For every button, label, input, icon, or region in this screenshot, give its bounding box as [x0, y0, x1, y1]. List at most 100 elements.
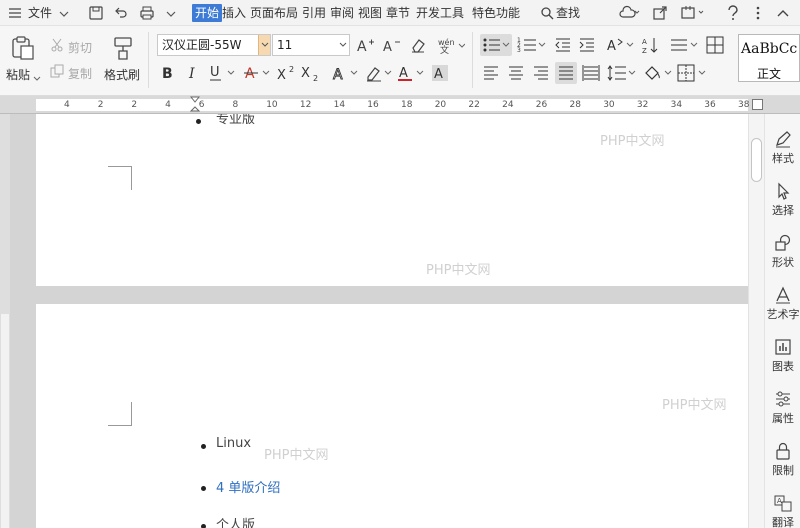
distributed-align-icon[interactable] — [580, 62, 602, 84]
style-normal-preview[interactable]: AaBbCc 正文 — [738, 34, 800, 82]
highlight-icon[interactable] — [364, 62, 396, 84]
tab-developer[interactable]: 开发工具 — [416, 4, 464, 22]
cut-button[interactable]: 剪切 — [68, 39, 92, 56]
ruler-tick-label: 10 — [266, 100, 278, 110]
font-name-caret-icon[interactable] — [258, 35, 270, 55]
font-color-icon[interactable]: A — [396, 62, 428, 84]
copy-button[interactable]: 复制 — [68, 65, 92, 82]
panel-properties[interactable]: 属性 — [765, 390, 800, 426]
document-canvas[interactable]: 专业版 PHP中文网 PHP中文网 Linux PHP中文网 4 单版介绍 个人… — [10, 114, 750, 528]
shading-icon[interactable] — [642, 62, 674, 84]
horizontal-ruler[interactable]: 4 2 2 4 6 8 10 12 14 16 18 20 22 24 26 28 30 32 34 36 38 — [0, 96, 800, 114]
paste-icon[interactable] — [8, 34, 36, 62]
page-margin-corner-icon — [108, 166, 132, 190]
list-item-professional[interactable]: 专业版 — [216, 114, 255, 127]
indent-marker-icon[interactable] — [189, 96, 201, 114]
panel-shapes[interactable]: 形状 — [765, 234, 800, 270]
strikethrough-icon[interactable]: A — [242, 62, 274, 84]
character-shading-icon[interactable]: A — [430, 62, 452, 84]
tab-page-layout[interactable]: 页面布局 — [250, 4, 298, 22]
cloud-sync-icon[interactable] — [618, 5, 640, 21]
align-right-icon[interactable] — [530, 62, 552, 84]
panel-restrict[interactable]: 限制 — [765, 442, 800, 478]
table-grid-icon[interactable] — [704, 34, 726, 56]
ruler-tick-label: 16 — [367, 100, 379, 110]
hamburger-icon[interactable] — [8, 6, 22, 20]
help-icon[interactable] — [726, 5, 740, 21]
bold-icon[interactable]: B — [157, 62, 179, 84]
share-icon[interactable] — [652, 5, 668, 21]
svg-text:A: A — [333, 67, 343, 82]
shrink-font-icon[interactable]: A — [380, 34, 402, 56]
vertical-scrollbar[interactable] — [748, 114, 764, 528]
decrease-indent-icon[interactable] — [552, 34, 574, 56]
borders-icon[interactable] — [676, 62, 708, 84]
save-icon[interactable] — [88, 5, 104, 21]
format-painter-button[interactable]: 格式刷 — [104, 66, 140, 83]
paragraph-spacing-icon[interactable] — [606, 62, 638, 84]
phonetic-guide-icon[interactable]: wén 文 — [436, 34, 466, 56]
undo-icon[interactable] — [113, 5, 129, 21]
svg-text:A: A — [777, 497, 782, 505]
search-label[interactable]: 查找 — [556, 4, 580, 22]
tab-references[interactable]: 引用 — [302, 4, 326, 22]
line-spacing-icon[interactable] — [668, 34, 700, 56]
align-left-icon[interactable] — [480, 62, 502, 84]
tab-sections[interactable]: 章节 — [386, 4, 410, 22]
translate-icon: A — [774, 495, 792, 512]
tab-review[interactable]: 审阅 — [330, 4, 354, 22]
text-direction-icon[interactable]: A — [604, 34, 636, 56]
scrollbar-thumb[interactable] — [751, 138, 762, 182]
font-size-select[interactable]: 11 — [272, 34, 350, 56]
font-size-caret-icon[interactable] — [337, 35, 349, 55]
print-icon[interactable] — [139, 5, 155, 21]
collaborate-icon[interactable] — [680, 5, 706, 21]
chevron-down-icon[interactable] — [58, 8, 70, 18]
vertical-ruler[interactable] — [0, 114, 10, 528]
panel-translate[interactable]: A 翻译 — [765, 494, 800, 528]
clear-format-icon[interactable] — [407, 34, 429, 56]
panel-select[interactable]: 选择 — [765, 182, 800, 218]
align-center-icon[interactable] — [505, 62, 527, 84]
list-item-edition-intro[interactable]: 4 单版介绍 — [216, 477, 280, 496]
panel-style[interactable]: 样式 — [765, 130, 800, 166]
svg-text:I: I — [188, 66, 195, 81]
document-page-1[interactable]: 专业版 PHP中文网 PHP中文网 — [36, 114, 748, 286]
list-item-linux[interactable]: Linux — [216, 436, 251, 451]
paste-button[interactable]: 粘贴 — [6, 66, 30, 83]
list-item-personal[interactable]: 个人版 — [216, 514, 255, 528]
justify-icon[interactable] — [555, 62, 577, 84]
bullets-icon[interactable] — [480, 34, 512, 56]
format-painter-icon[interactable] — [110, 34, 136, 62]
subscript-icon[interactable]: X2 — [300, 62, 322, 84]
ruler-tick-label: 24 — [502, 100, 514, 110]
ruler-toggle-icon[interactable] — [752, 99, 763, 110]
ruler-tick-label: 2 — [131, 100, 138, 110]
more-options-icon[interactable] — [754, 5, 762, 21]
underline-icon[interactable]: U — [207, 62, 239, 84]
document-page-2[interactable]: Linux PHP中文网 4 单版介绍 个人版 PHP中文网 — [36, 304, 748, 528]
ribbon-toolbar: 粘贴 剪切 复制 格式刷 汉仪正圆-55W 11 A A wén 文 B I U … — [0, 26, 800, 96]
tab-view[interactable]: 视图 — [358, 4, 382, 22]
paste-options-caret-icon[interactable] — [33, 71, 41, 81]
numbering-icon[interactable]: 123 — [516, 34, 548, 56]
increase-indent-icon[interactable] — [576, 34, 598, 56]
sort-icon[interactable]: AZ — [640, 34, 662, 56]
svg-text:3: 3 — [517, 47, 521, 54]
panel-chart[interactable]: 图表 — [765, 338, 800, 374]
list-bullet — [201, 486, 206, 491]
text-effect-icon[interactable]: A — [330, 62, 362, 84]
svg-text:A: A — [434, 67, 443, 82]
tab-home[interactable]: 开始 — [192, 4, 223, 22]
grow-font-icon[interactable]: A — [354, 34, 376, 56]
italic-icon[interactable]: I — [182, 62, 204, 84]
quick-access-more-icon[interactable] — [166, 8, 176, 18]
collapse-ribbon-icon[interactable] — [776, 6, 790, 20]
font-name-select[interactable]: 汉仪正圆-55W — [157, 34, 271, 56]
tab-insert[interactable]: 插入 — [222, 4, 246, 22]
panel-wordart[interactable]: 艺术字 — [765, 286, 800, 322]
menu-file[interactable]: 文件 — [28, 4, 52, 22]
search-icon[interactable] — [540, 6, 554, 20]
tab-special[interactable]: 特色功能 — [472, 4, 520, 22]
superscript-icon[interactable]: X2 — [276, 62, 298, 84]
